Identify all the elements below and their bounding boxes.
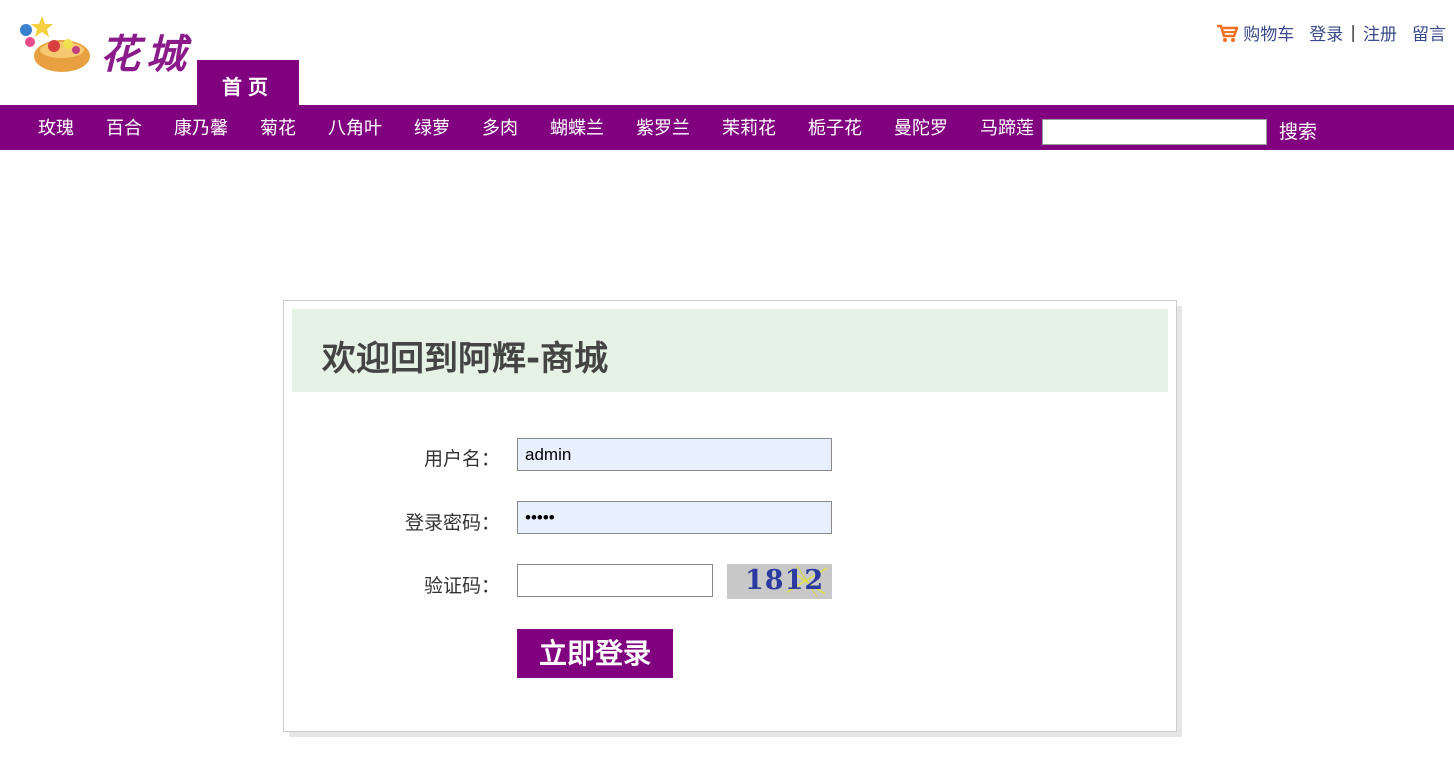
login-title: 欢迎回到阿辉-商城 (322, 339, 609, 379)
login-link[interactable]: 登录 (1309, 20, 1343, 45)
nav-item-carnation[interactable]: 康乃馨 (158, 114, 244, 142)
nav-item-calla-lily[interactable]: 马蹄莲 (964, 114, 1050, 142)
nav-item-orchid[interactable]: 蝴蝶兰 (534, 114, 620, 142)
captcha-input[interactable] (517, 564, 713, 597)
login-panel: 欢迎回到阿辉-商城 用户名： admin 登录密码： ••••• 验证码： 18… (283, 300, 1177, 732)
nav-item-pothos[interactable]: 绿萝 (398, 114, 466, 142)
search-button[interactable]: 搜索 (1279, 117, 1317, 144)
category-list: 玫瑰 百合 康乃馨 菊花 八角叶 绿萝 多肉 蝴蝶兰 紫罗兰 茉莉花 栀子花 曼… (22, 105, 1050, 150)
nav-item-violet[interactable]: 紫罗兰 (620, 114, 706, 142)
register-link[interactable]: 注册 (1363, 20, 1397, 45)
cart-icon[interactable] (1216, 23, 1239, 43)
link-separator: | (1350, 22, 1356, 43)
login-panel-header: 欢迎回到阿辉-商城 (292, 309, 1168, 392)
captcha-label: 验证码： (423, 575, 500, 597)
tab-home[interactable]: 首页 (197, 60, 299, 105)
password-input[interactable]: ••••• (517, 501, 832, 534)
nav-item-jasmine[interactable]: 茉莉花 (706, 114, 792, 142)
username-input[interactable]: admin (517, 438, 832, 471)
nav-item-succulent[interactable]: 多肉 (466, 114, 534, 142)
category-navbar: 玫瑰 百合 康乃馨 菊花 八角叶 绿萝 多肉 蝴蝶兰 紫罗兰 茉莉花 栀子花 曼… (0, 105, 1454, 150)
nav-item-chrysanthemum[interactable]: 菊花 (244, 114, 312, 142)
login-submit-button[interactable]: 立即登录 (517, 629, 673, 678)
nav-item-datura[interactable]: 曼陀罗 (878, 114, 964, 142)
nav-item-octagonal-leaf[interactable]: 八角叶 (312, 114, 398, 142)
message-link[interactable]: 留言 (1412, 20, 1446, 45)
username-label: 用户名： (423, 448, 500, 470)
logo-text: 花城 (100, 31, 192, 78)
nav-item-lily[interactable]: 百合 (90, 114, 158, 142)
cart-link[interactable]: 购物车 (1243, 20, 1294, 45)
nav-item-rose[interactable]: 玫瑰 (22, 114, 90, 142)
captcha-text: 1812 (745, 565, 825, 596)
nav-item-gardenia[interactable]: 栀子花 (792, 114, 878, 142)
top-links: 购物车 登录 | 注册 留言 (1216, 20, 1446, 45)
search-input[interactable] (1042, 119, 1267, 145)
captcha-image[interactable]: 1812 (727, 564, 832, 599)
site-logo[interactable]: 花城 (12, 12, 197, 82)
password-label: 登录密码： (404, 512, 500, 534)
